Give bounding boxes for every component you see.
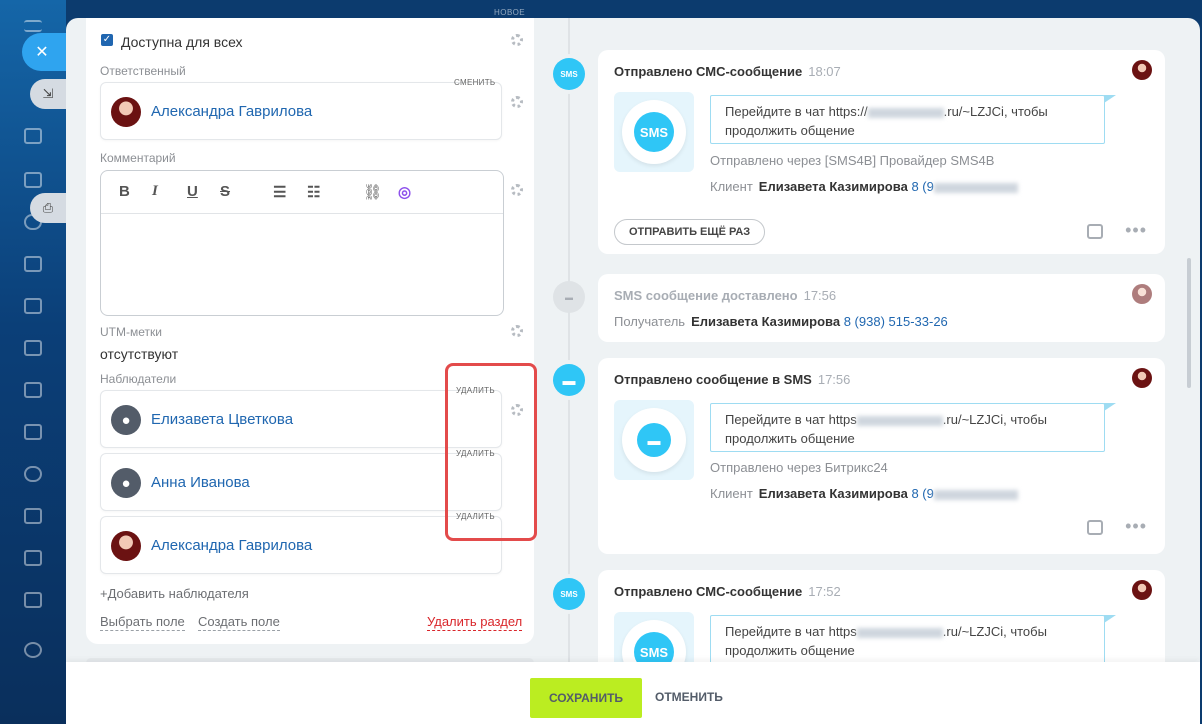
public-checkbox[interactable]: ✓ <box>101 34 113 46</box>
print-icon: ⎙ <box>42 200 54 215</box>
user-icon: ● <box>111 405 141 435</box>
avatar <box>1132 368 1152 388</box>
public-checkbox-label: Доступна для всех <box>121 34 243 50</box>
bold-icon[interactable]: B <box>119 183 130 200</box>
create-field-link[interactable]: Создать поле <box>198 614 280 631</box>
observers-label: Наблюдатели <box>100 372 177 386</box>
more-icon[interactable]: ••• <box>1125 516 1147 537</box>
close-slider-button[interactable]: ✕ <box>22 33 68 71</box>
client-line: Клиент Елизавета Казимирова 8 (9 <box>710 486 1018 501</box>
avatar <box>111 531 141 561</box>
note-icon[interactable] <box>1087 224 1103 239</box>
utm-label: UTM-метки <box>100 325 162 339</box>
chat-message-icon: ▬ <box>553 364 585 396</box>
save-button[interactable]: СОХРАНИТЬ <box>530 678 642 718</box>
calendar-icon[interactable] <box>24 256 42 272</box>
italic-icon[interactable]: I <box>152 183 158 200</box>
delete-section-link[interactable]: Удалить раздел <box>427 614 523 631</box>
timeline-item-sms: Отправлено СМС-сообщение 18:07 SMS Перейд… <box>598 50 1165 254</box>
resend-button[interactable]: ОТПРАВИТЬ ЕЩЁ РАЗ <box>614 219 766 245</box>
copilot-icon[interactable]: ◎ <box>398 183 411 201</box>
timeline-item-title: Отправлено сообщение в SMS 17:56 <box>614 372 851 387</box>
gear-icon[interactable] <box>511 325 523 337</box>
timeline-item-title: Отправлено СМС-сообщение 17:52 <box>614 584 841 599</box>
minimize-button[interactable]: ⇲ <box>30 79 66 109</box>
bullet-list-icon[interactable]: ☷ <box>307 183 320 201</box>
timeline-item-delivered: SMS сообщение доставлено 17:56 Получатель… <box>598 274 1165 342</box>
tasks-icon[interactable] <box>24 508 42 524</box>
user-icon: ● <box>111 468 141 498</box>
minimize-icon: ⇲ <box>42 86 54 101</box>
recipient-line: Получатель Елизавета Казимирова 8 (938) 5… <box>614 314 948 329</box>
editor-divider <box>101 213 503 214</box>
add-observer-link[interactable]: +Добавить наблюдателя <box>100 586 249 601</box>
users-icon[interactable] <box>24 466 42 482</box>
comment-label: Комментарий <box>100 151 176 165</box>
message-bubble: Перейдите в чат https .ru/~LZJCi, чтобы пр… <box>710 403 1116 452</box>
numbered-list-icon[interactable]: ☰ <box>273 183 286 201</box>
underline-icon[interactable]: U <box>187 183 198 200</box>
cancel-button[interactable]: ОТМЕНИТЬ <box>655 690 723 704</box>
settings-icon[interactable] <box>24 642 42 658</box>
note-icon[interactable] <box>1087 520 1103 535</box>
scrollbar[interactable] <box>1187 258 1191 388</box>
timeline-item-sms-message: Отправлено сообщение в SMS 17:56 ▬ Перейд… <box>598 358 1165 554</box>
responsible-label: Ответственный <box>100 64 186 78</box>
menu-icon[interactable] <box>24 20 42 32</box>
avatar <box>1132 284 1152 304</box>
sms-channel-icon: SMS <box>614 92 694 172</box>
gear-icon[interactable] <box>511 96 523 108</box>
message-channel-icon: ▬ <box>614 400 694 480</box>
feed-icon[interactable] <box>24 172 42 188</box>
schedule-icon[interactable] <box>24 550 42 566</box>
new-tag: НОВОЕ <box>494 8 526 17</box>
mail-icon[interactable] <box>24 424 42 440</box>
responsible-card[interactable]: Александра Гаврилова <box>100 82 502 140</box>
top-bar: НОВОЕ <box>66 0 1202 20</box>
avatar <box>1132 580 1152 600</box>
gear-icon[interactable] <box>511 184 523 196</box>
print-button[interactable]: ⎙ <box>30 193 66 223</box>
link-icon[interactable]: ⛓ <box>363 183 382 201</box>
client-line: Клиент Елизавета Казимирова 8 (9 <box>710 179 1018 194</box>
sms-icon: SMS <box>553 578 585 610</box>
responsible-name[interactable]: Александра Гаврилова <box>151 103 312 120</box>
close-icon: ✕ <box>35 44 49 61</box>
observer-card[interactable]: ● Елизавета Цветкова <box>100 390 502 448</box>
document-icon[interactable] <box>24 298 42 314</box>
presentation-icon[interactable] <box>24 340 42 356</box>
gear-icon[interactable] <box>511 34 523 46</box>
deal-form-section: ✓ Доступна для всех Ответственный Алекса… <box>86 18 537 644</box>
timeline-item-title: SMS сообщение доставлено 17:56 <box>614 288 837 303</box>
observer-card[interactable]: Александра Гаврилова <box>100 516 502 574</box>
avatar <box>1132 60 1152 80</box>
timeline-item-title: Отправлено СМС-сообщение 18:07 <box>614 64 841 79</box>
change-responsible-link[interactable]: СМЕНИТЬ <box>454 78 495 87</box>
chat-icon[interactable] <box>24 128 42 144</box>
highlight-box <box>445 363 537 541</box>
footer-bar: СОХРАНИТЬ ОТМЕНИТЬ <box>66 662 1200 724</box>
sent-via-text: Отправлено через Битрикс24 <box>710 460 888 475</box>
message-bubble: Перейдите в чат https .ru/~LZJCi, чтобы пр… <box>710 615 1116 664</box>
observer-card[interactable]: ● Анна Иванова <box>100 453 502 511</box>
card-icon[interactable] <box>24 382 42 398</box>
deal-slider: ✓ Доступна для всех Ответственный Алекса… <box>66 18 1200 724</box>
comment-editor[interactable]: B I U S ☰ ☷ ⛓ ◎ <box>100 170 504 316</box>
store-icon[interactable] <box>24 592 42 608</box>
avatar <box>111 97 141 127</box>
more-icon[interactable]: ••• <box>1125 220 1147 241</box>
sent-via-text: Отправлено через [SMS4B] Провайдер SMS4B <box>710 153 995 168</box>
select-field-link[interactable]: Выбрать поле <box>100 614 185 631</box>
observer-name[interactable]: Анна Иванова <box>151 474 250 491</box>
observer-name[interactable]: Александра Гаврилова <box>151 537 312 554</box>
strikethrough-icon[interactable]: S <box>220 183 230 200</box>
observer-name[interactable]: Елизавета Цветкова <box>151 411 293 428</box>
chat-bubble-icon: ▬ <box>637 423 671 457</box>
sms-icon: SMS <box>553 58 585 90</box>
message-delivered-icon: ▬ <box>553 281 585 313</box>
utm-value: отсутствуют <box>100 346 179 362</box>
message-bubble: Перейдите в чат https://.ru/~LZJCi, чтоб… <box>710 95 1116 144</box>
